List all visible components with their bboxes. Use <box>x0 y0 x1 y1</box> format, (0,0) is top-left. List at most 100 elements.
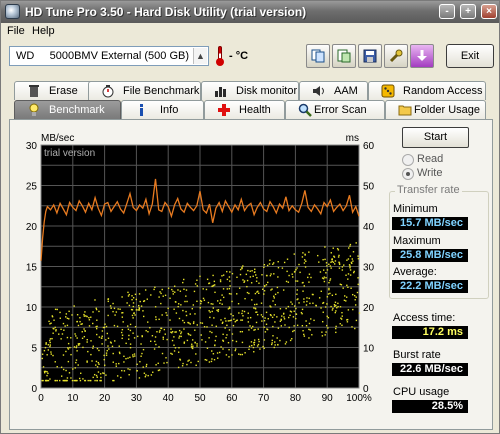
access-time-point <box>258 282 260 284</box>
access-time-point <box>273 314 275 316</box>
start-button[interactable]: Start <box>402 127 469 148</box>
access-time-point <box>309 302 311 305</box>
access-time-point <box>329 278 332 280</box>
read-radio[interactable]: Read <box>402 153 482 167</box>
access-time-point <box>56 366 58 368</box>
access-time-point <box>127 325 129 327</box>
access-time-point <box>67 360 70 363</box>
access-time-point <box>315 304 317 307</box>
access-time-point <box>212 284 215 287</box>
tab-disk-monitor[interactable]: Disk monitor <box>201 81 299 100</box>
access-time-point <box>326 324 328 327</box>
access-time-point <box>352 293 354 296</box>
access-time-point <box>327 293 330 295</box>
access-time-point <box>243 280 246 282</box>
maximum-value: 25.8 MB/sec <box>392 249 468 262</box>
tab-health[interactable]: Health <box>204 100 285 119</box>
access-time-point <box>277 276 279 278</box>
menu-help[interactable]: Help <box>32 25 55 37</box>
access-time-point <box>274 321 276 323</box>
access-time-point <box>195 364 197 366</box>
access-time-point <box>226 288 229 290</box>
access-time-point <box>125 357 127 360</box>
copy-info-button[interactable] <box>306 44 330 68</box>
tab-file-benchmark[interactable]: File Benchmark <box>88 81 201 100</box>
write-radio[interactable]: Write <box>402 167 482 181</box>
access-time-point <box>270 343 273 346</box>
access-time-point <box>121 369 123 372</box>
access-time-point <box>105 325 108 328</box>
access-time-point <box>92 376 94 379</box>
access-time-point <box>274 303 277 306</box>
access-time-point <box>197 360 199 363</box>
access-time-point <box>310 318 312 320</box>
save-button[interactable] <box>358 44 382 68</box>
access-time-point <box>326 296 329 298</box>
access-time-point <box>68 318 70 320</box>
access-time-point <box>95 364 97 366</box>
access-time-point <box>126 302 128 304</box>
access-time-point <box>211 350 213 352</box>
download-button[interactable] <box>410 44 434 68</box>
tab-folder-usage[interactable]: Folder Usage <box>385 100 486 119</box>
access-time-point <box>299 271 301 274</box>
access-time-point <box>51 337 53 340</box>
tab-random-access[interactable]: Random Access <box>368 81 486 100</box>
access-time-point <box>203 326 206 328</box>
access-time-point <box>149 327 151 329</box>
access-time-point <box>252 325 254 328</box>
access-time-point <box>339 283 342 286</box>
access-time-point <box>334 260 337 262</box>
access-time-point <box>141 352 143 355</box>
access-time-point <box>133 353 136 355</box>
access-time-point <box>192 345 194 347</box>
close-button[interactable]: × <box>481 4 497 19</box>
access-time-point <box>222 348 224 350</box>
access-time-point <box>128 334 130 337</box>
access-time-point <box>248 329 250 331</box>
access-time-point <box>83 313 85 316</box>
access-time-point <box>253 344 255 346</box>
tab-aam[interactable]: AAM <box>299 81 368 100</box>
options-button[interactable] <box>384 44 408 68</box>
access-time-point <box>196 300 198 303</box>
menu-file[interactable]: File <box>7 25 25 37</box>
access-time-point <box>335 325 337 328</box>
access-time-point <box>154 340 156 343</box>
tab-info[interactable]: Info <box>121 100 204 119</box>
access-time-point <box>243 281 245 283</box>
write-radio-label: Write <box>417 167 443 179</box>
access-time-point <box>271 339 273 342</box>
access-time-point <box>104 323 106 325</box>
access-time-point <box>107 337 110 340</box>
exit-button[interactable]: Exit <box>446 44 494 68</box>
tab-error-scan[interactable]: Error Scan <box>285 100 385 119</box>
access-time-point <box>256 291 258 293</box>
access-time-point <box>354 294 356 297</box>
access-time-point <box>333 256 336 258</box>
access-time-point <box>49 341 51 344</box>
access-time-point <box>129 356 131 359</box>
access-time-point <box>264 331 267 333</box>
minimize-button[interactable]: - <box>439 4 455 19</box>
access-time-point <box>334 311 336 314</box>
access-time-point <box>311 334 313 336</box>
title-bar[interactable]: HD Tune Pro 3.50 - Hard Disk Utility (tr… <box>1 1 499 23</box>
access-time-point <box>253 339 256 341</box>
access-time-point <box>208 337 210 339</box>
y-right-tick-label: 20 <box>363 303 375 314</box>
access-time-point <box>225 320 227 322</box>
x-tick-label: 70 <box>258 393 270 404</box>
drive-select[interactable]: WD 5000BMV External (500 GB) ▲ <box>9 46 209 66</box>
access-time-point <box>59 311 61 314</box>
access-time-point <box>140 343 142 345</box>
access-time-point <box>283 318 286 320</box>
dropdown-arrow-icon[interactable]: ▲ <box>193 48 207 64</box>
copy-screenshot-button[interactable] <box>332 44 356 68</box>
drive-select-value: WD 5000BMV External (500 GB) <box>16 50 189 62</box>
access-time-point <box>47 349 50 351</box>
maximize-button[interactable]: + <box>460 4 476 19</box>
tab-benchmark[interactable]: Benchmark <box>14 100 121 119</box>
access-time-point <box>229 280 231 282</box>
access-time-point <box>191 307 193 310</box>
